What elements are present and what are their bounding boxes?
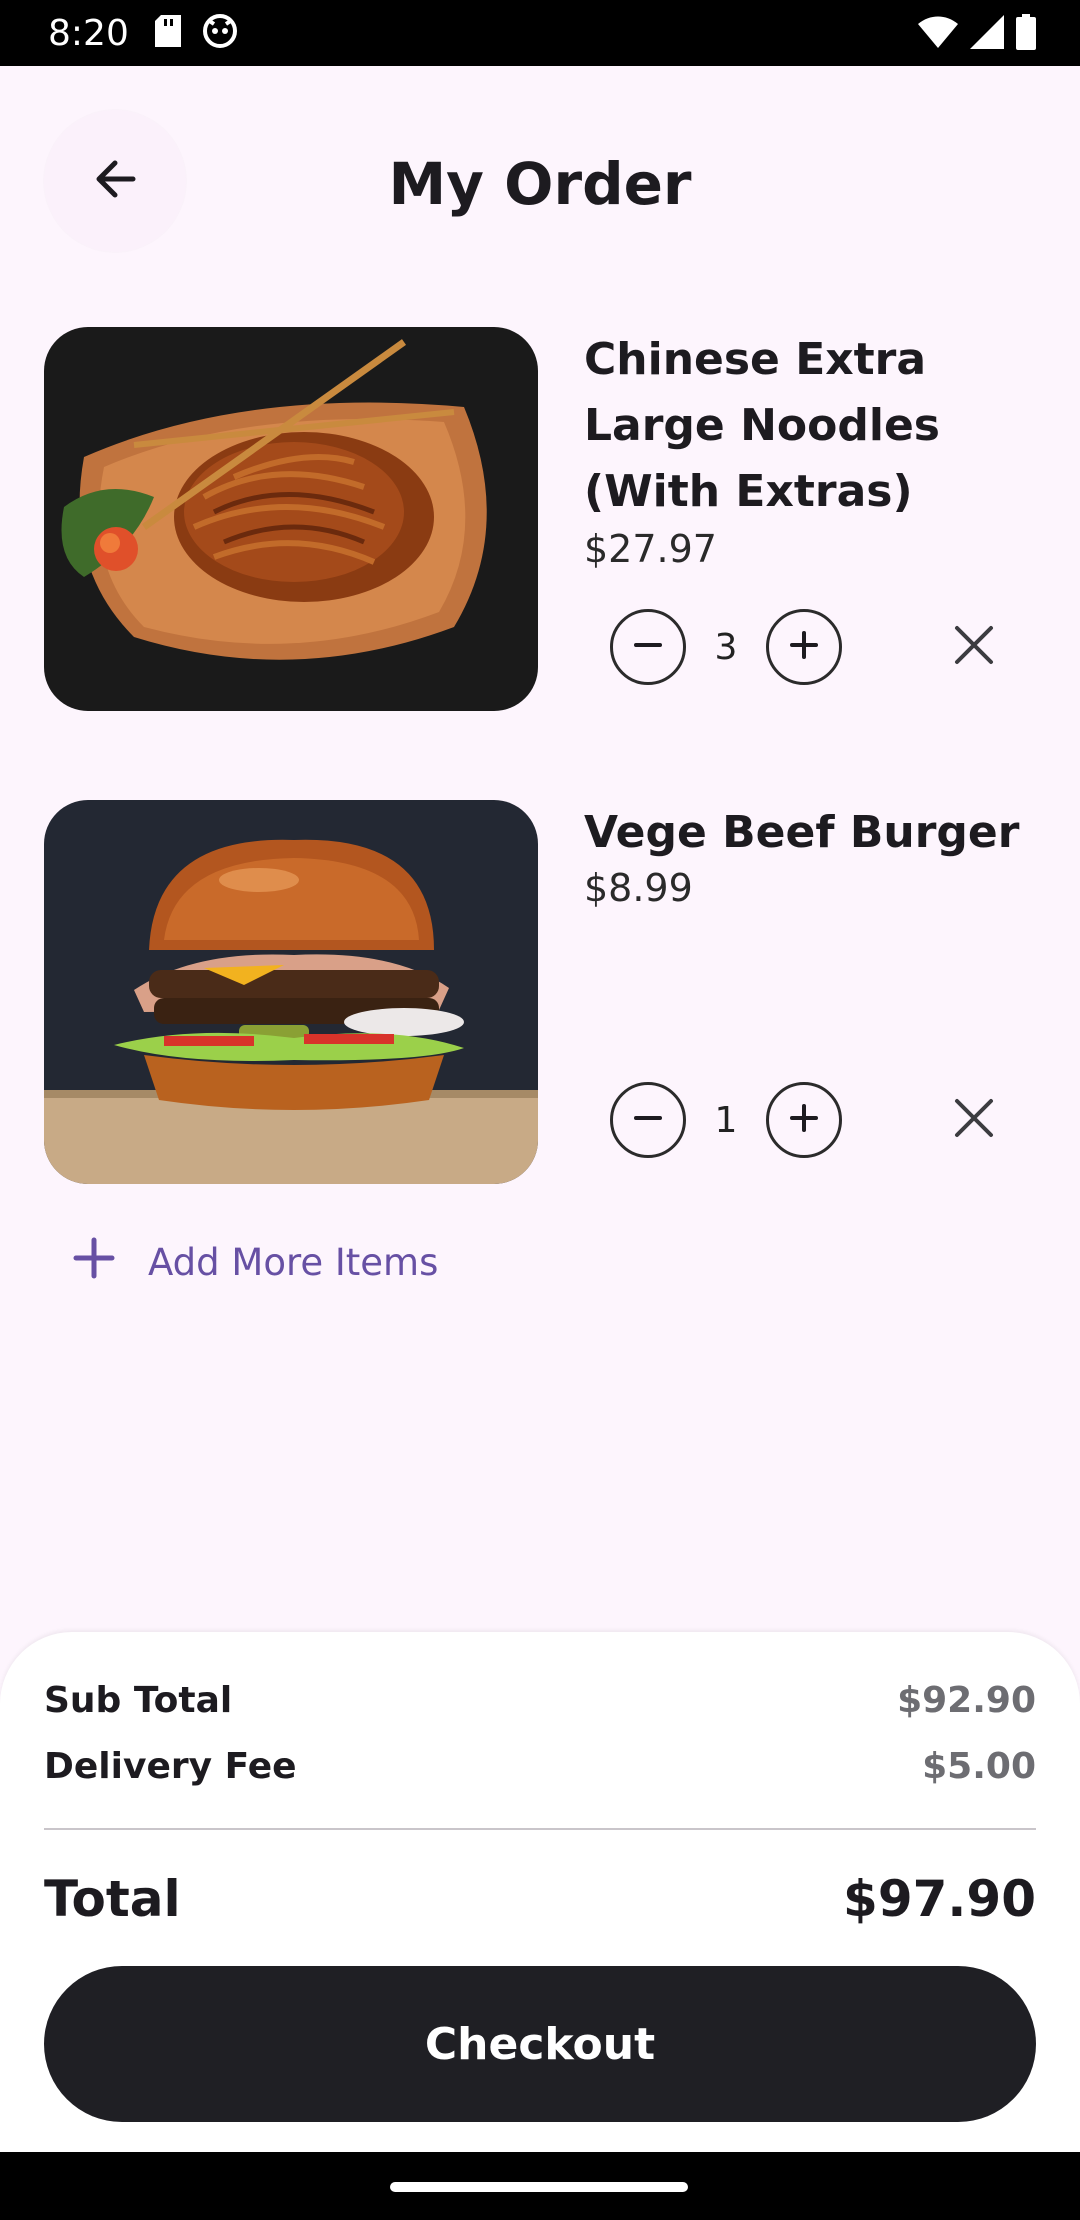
battery-icon	[1016, 14, 1036, 55]
delivery-fee-label: Delivery Fee	[44, 1746, 297, 1787]
remove-item-button[interactable]	[944, 617, 1004, 677]
quantity-stepper: 3	[610, 609, 842, 685]
cellular-signal-icon	[970, 15, 1004, 54]
sub-total-label: Sub Total	[44, 1680, 233, 1721]
quantity-value: 3	[714, 626, 738, 668]
checkout-button[interactable]: Checkout	[44, 1966, 1036, 2122]
total-label: Total	[44, 1870, 181, 1928]
plus-icon	[786, 627, 822, 668]
wifi-icon	[918, 16, 958, 53]
order-summary-sheet: Sub Total $92.90 Delivery Fee $5.00 Tota…	[0, 1632, 1080, 2152]
quantity-value: 1	[714, 1099, 738, 1141]
sd-card-icon	[154, 14, 181, 52]
sub-total-value: $92.90	[897, 1680, 1036, 1721]
order-item: Vege Beef Burger $8.99 1	[44, 800, 1044, 1184]
add-more-items-label: Add More Items	[148, 1241, 439, 1284]
minus-icon	[630, 1100, 666, 1141]
decrease-quantity-button[interactable]	[610, 609, 686, 685]
burger-photo	[44, 800, 538, 1184]
minus-icon	[630, 627, 666, 668]
item-name: Chinese Extra Large Noodles (With Extras…	[584, 334, 940, 517]
summary-divider	[44, 1828, 1036, 1830]
home-indicator[interactable]	[390, 2182, 688, 2192]
total-value: $97.90	[843, 1870, 1036, 1928]
item-name: Vege Beef Burger	[584, 807, 1020, 858]
remove-item-button[interactable]	[944, 1090, 1004, 1150]
sub-total-row: Sub Total $92.90	[44, 1680, 1036, 1721]
delivery-fee-value: $5.00	[922, 1746, 1036, 1787]
close-icon	[953, 624, 995, 671]
notification-cat-icon	[202, 13, 237, 53]
quantity-stepper: 1	[610, 1082, 842, 1158]
page-title: My Order	[388, 150, 692, 218]
close-icon	[953, 1097, 995, 1144]
plus-icon	[786, 1100, 822, 1141]
delivery-fee-row: Delivery Fee $5.00	[44, 1746, 1036, 1787]
total-row: Total $97.90	[44, 1870, 1036, 1928]
increase-quantity-button[interactable]	[766, 1082, 842, 1158]
decrease-quantity-button[interactable]	[610, 1082, 686, 1158]
status-time: 8:20	[48, 12, 129, 54]
noodles-photo	[44, 327, 538, 711]
add-more-items-button[interactable]: Add More Items	[72, 1236, 438, 1289]
order-item: Chinese Extra Large Noodles (With Extras…	[44, 327, 1044, 711]
plus-icon	[72, 1236, 116, 1289]
status-bar: 8:20	[0, 0, 1080, 66]
increase-quantity-button[interactable]	[766, 609, 842, 685]
item-price: $8.99	[584, 866, 693, 910]
item-price: $27.97	[584, 527, 717, 571]
